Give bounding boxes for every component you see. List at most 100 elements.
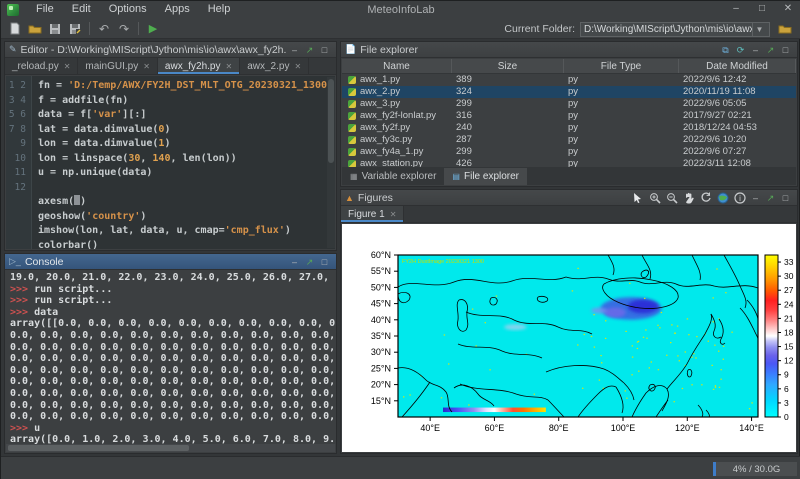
pan-hand-icon[interactable] (680, 191, 697, 205)
panel-maximize-icon[interactable]: □ (317, 43, 332, 57)
panel-popout-icon[interactable]: ↗ (302, 43, 317, 57)
browse-folder-button[interactable] (775, 21, 795, 38)
close-icon[interactable]: ✕ (143, 62, 150, 71)
code-text[interactable]: fn = 'D:/Temp/AWX/FY2H_DST_MLT_OTG_20230… (32, 76, 335, 249)
x-tick-label: 80°E (549, 423, 569, 433)
globe-icon[interactable] (714, 191, 731, 205)
window-minimize-icon[interactable]: – (723, 1, 749, 19)
console-line: 0.0, 0.0, 0.0, 0.0, 0.0, 0.0, 0.0, 0.0, … (10, 376, 335, 388)
close-icon[interactable]: ✕ (64, 62, 71, 71)
file-icon: 📄 (345, 44, 356, 55)
column-header-size[interactable]: Size (452, 59, 564, 73)
panel-minimize-icon[interactable]: – (748, 191, 763, 205)
table-icon: ▦ (350, 172, 358, 181)
panel-popout-icon[interactable]: ↗ (302, 255, 317, 269)
close-icon[interactable]: ✕ (390, 210, 397, 219)
cell-date-modified: 2022/9/6 12:42 (679, 74, 796, 86)
rotate-icon[interactable] (697, 191, 714, 205)
menu-options[interactable]: Options (100, 1, 156, 19)
editor-tab-_reload.py[interactable]: _reload.py✕ (5, 58, 78, 74)
cell-size: 389 (452, 74, 564, 86)
current-folder-combobox[interactable]: D:\Working\MIScript\Jython\mis\io\awx ▼ (580, 22, 770, 37)
scrollbar-thumb[interactable] (328, 79, 334, 163)
new-file-icon[interactable]: ⧉ (718, 43, 733, 57)
table-row[interactable]: awx_fy4a_1.py299py2022/9/6 07:27 (342, 146, 796, 158)
code-line: data = f['var'][:] (38, 108, 335, 123)
table-row[interactable]: awx_3.py299py2022/9/6 05:05 (342, 98, 796, 110)
figures-panel-title: Figures (358, 192, 629, 204)
x-tick-label: 40°E (420, 423, 440, 433)
menu-apps[interactable]: Apps (156, 1, 199, 19)
zoom-in-icon[interactable] (646, 191, 663, 205)
console-horizontal-scrollbar[interactable] (6, 444, 335, 452)
menu-help[interactable]: Help (199, 1, 240, 19)
window-maximize-icon[interactable]: □ (749, 1, 775, 19)
status-bar: 4% / 30.0G (1, 456, 800, 479)
editor-tab-awx_2.py[interactable]: awx_2.py✕ (240, 58, 309, 74)
console-line: 0.0, 0.0, 0.0, 0.0, 0.0, 0.0, 0.0, 0.0, … (10, 411, 335, 423)
app-logo-icon (7, 4, 19, 16)
run-script-button[interactable]: ▶ (143, 20, 163, 37)
python-file-icon (348, 88, 356, 96)
cell-file-type: py (564, 110, 679, 122)
panel-minimize-icon[interactable]: – (287, 43, 302, 57)
editor-tab-awx_fy2h.py[interactable]: awx_fy2h.py✕ (158, 58, 240, 74)
close-icon[interactable]: ✕ (226, 62, 233, 71)
close-icon[interactable]: ✕ (294, 62, 301, 71)
panel-minimize-icon[interactable]: – (287, 255, 302, 269)
code-line: imshow(lon, lat, data, u, cmap='cmp_flux… (38, 224, 335, 239)
table-row[interactable]: awx_fy3c.py287py2022/9/6 10:20 (342, 134, 796, 146)
table-row[interactable]: awx_1.py389py2022/9/6 12:42 (342, 74, 796, 86)
console-line: 0.0, 0.0, 0.0, 0.0, 0.0, 0.0, 0.0, 0.0, … (10, 353, 335, 365)
file-table: NameSizeFile TypeDate Modified awx_1.py3… (342, 59, 796, 170)
dock-tab-file-explorer[interactable]: ▤File explorer (444, 168, 527, 185)
figure-canvas[interactable]: FY2H DustImage 20230321 130040°E60°E80°E… (342, 224, 796, 452)
menu-edit[interactable]: Edit (63, 1, 100, 19)
file-table-header: NameSizeFile TypeDate Modified (342, 59, 796, 74)
column-header-date-modified[interactable]: Date Modified (679, 59, 796, 73)
scrollbar-thumb[interactable] (8, 445, 189, 451)
cell-file-type: py (564, 98, 679, 110)
panel-popout-icon[interactable]: ↗ (763, 43, 778, 57)
cell-name: awx_fy4a_1.py (342, 146, 452, 158)
open-folder-button[interactable] (25, 20, 45, 37)
dock-tab-variable-explorer[interactable]: ▦Variable explorer (342, 168, 444, 185)
code-editor[interactable]: 1 2 3 4 5 6 7 8 9 10 11 12 fn = 'D:/Temp… (6, 76, 335, 249)
console-output[interactable]: 19.0, 20.0, 21.0, 22.0, 23.0, 24.0, 25.0… (6, 271, 335, 444)
save-button[interactable] (45, 20, 65, 37)
panel-maximize-icon[interactable]: □ (778, 191, 793, 205)
editor-tab-mainGUI.py[interactable]: mainGUI.py✕ (78, 58, 158, 74)
chevron-down-icon[interactable]: ▼ (752, 23, 766, 36)
zoom-out-icon[interactable] (663, 191, 680, 205)
table-row[interactable]: awx_fy2f.py240py2018/12/24 04:53 (342, 122, 796, 134)
panel-maximize-icon[interactable]: □ (317, 255, 332, 269)
y-tick-label: 60°N (371, 250, 391, 260)
window-close-icon[interactable]: ✕ (775, 1, 800, 19)
undo-button[interactable]: ↶ (94, 20, 114, 37)
current-folder-label: Current Folder: (504, 23, 575, 35)
redo-button[interactable]: ↷ (114, 20, 134, 37)
console-line: 0.0, 0.0, 0.0, 0.0, 0.0, 0.0, 0.0, 0.0, … (10, 365, 335, 377)
y-tick-label: 40°N (371, 315, 391, 325)
y-tick-label: 50°N (371, 282, 391, 292)
info-icon[interactable]: i (731, 191, 748, 205)
menu-file[interactable]: File (27, 1, 63, 19)
table-row[interactable]: awx_2.py324py2020/11/19 11:08 (342, 86, 796, 98)
editor-vertical-scrollbar[interactable] (327, 77, 335, 248)
map-plot: FY2H DustImage 20230321 130040°E60°E80°E… (342, 224, 798, 454)
column-header-file-type[interactable]: File Type (564, 59, 679, 73)
refresh-icon[interactable]: ⟳ (733, 43, 748, 57)
y-tick-label: 30°N (371, 347, 391, 357)
table-row[interactable]: awx_fy2f-lonlat.py316py2017/9/27 02:21 (342, 110, 796, 122)
save-as-button[interactable] (65, 20, 85, 37)
figure-tab-figure-1[interactable]: Figure 1✕ (341, 206, 404, 222)
x-tick-label: 100°E (611, 423, 636, 433)
colorbar-tick-label: 21 (784, 313, 794, 323)
panel-maximize-icon[interactable]: □ (778, 43, 793, 57)
column-header-name[interactable]: Name (342, 59, 452, 73)
python-file-icon (348, 76, 356, 84)
panel-popout-icon[interactable]: ↗ (763, 191, 778, 205)
cursor-icon[interactable] (629, 191, 646, 205)
panel-minimize-icon[interactable]: – (748, 43, 763, 57)
new-file-button[interactable] (5, 20, 25, 37)
